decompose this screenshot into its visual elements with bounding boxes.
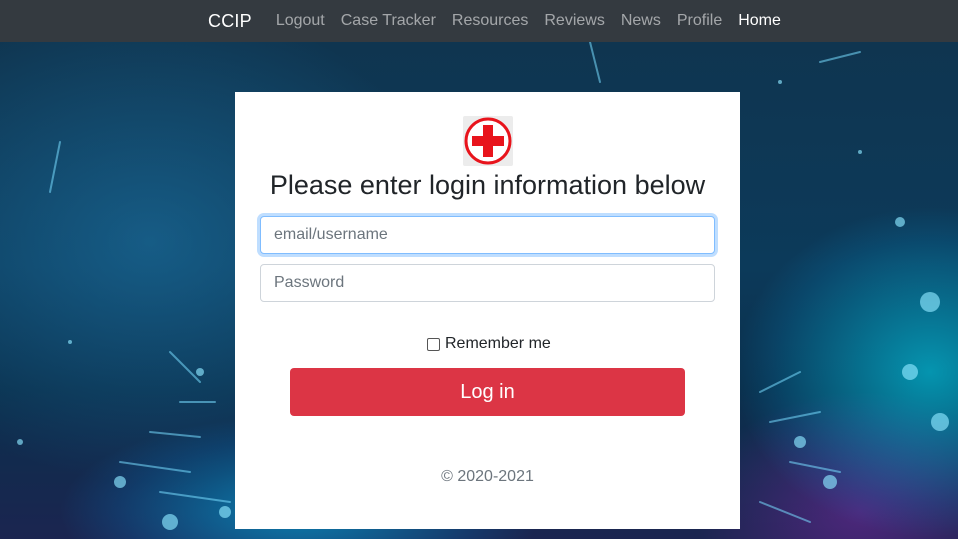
copyright-footer: © 2020-2021 bbox=[441, 468, 534, 485]
login-button[interactable]: Log in bbox=[290, 368, 685, 416]
red-cross-icon bbox=[463, 116, 513, 166]
brand-link[interactable]: CCIP bbox=[208, 11, 252, 32]
remember-me-label[interactable]: Remember me bbox=[445, 335, 551, 353]
nav-link-profile[interactable]: Profile bbox=[677, 12, 722, 30]
password-input[interactable] bbox=[260, 264, 715, 302]
remember-me-row: Remember me bbox=[427, 335, 551, 353]
username-input[interactable] bbox=[260, 216, 715, 254]
nav-link-news[interactable]: News bbox=[621, 12, 661, 30]
nav-link-resources[interactable]: Resources bbox=[452, 12, 528, 30]
nav-link-case-tracker[interactable]: Case Tracker bbox=[341, 12, 436, 30]
nav-link-reviews[interactable]: Reviews bbox=[544, 12, 604, 30]
nav-link-home[interactable]: Home bbox=[738, 12, 781, 30]
top-navbar: CCIP Logout Case Tracker Resources Revie… bbox=[0, 0, 958, 42]
login-title: Please enter login information below bbox=[269, 170, 706, 200]
remember-me-checkbox[interactable] bbox=[427, 337, 440, 351]
nav-link-logout[interactable]: Logout bbox=[276, 12, 325, 30]
login-card: Please enter login information below Rem… bbox=[235, 92, 740, 529]
